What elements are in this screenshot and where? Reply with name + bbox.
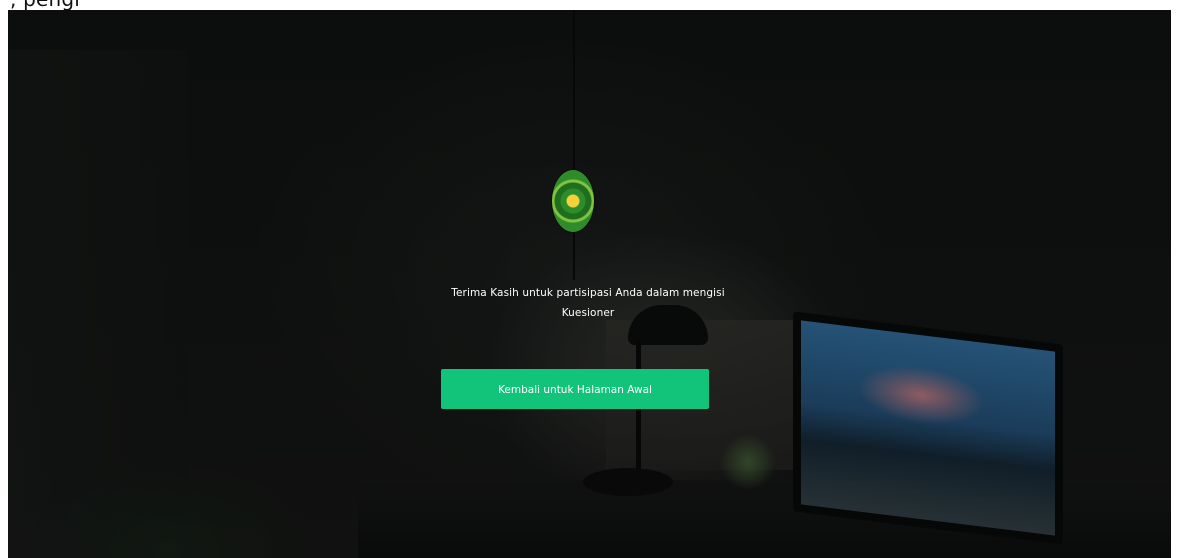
court-seal-icon	[552, 170, 594, 232]
thank-you-panel: Terima Kasih untuk partisipasi Anda dala…	[8, 10, 1171, 558]
clipped-header-text: , pengi	[10, 0, 80, 10]
page-frame: Terima Kasih untuk partisipasi Anda dala…	[8, 10, 1171, 558]
thank-you-message: Terima Kasih untuk partisipasi Anda dala…	[451, 287, 725, 319]
top-strip: , pengi	[0, 0, 1179, 10]
back-to-home-button[interactable]: Kembali untuk Halaman Awal	[441, 369, 709, 409]
